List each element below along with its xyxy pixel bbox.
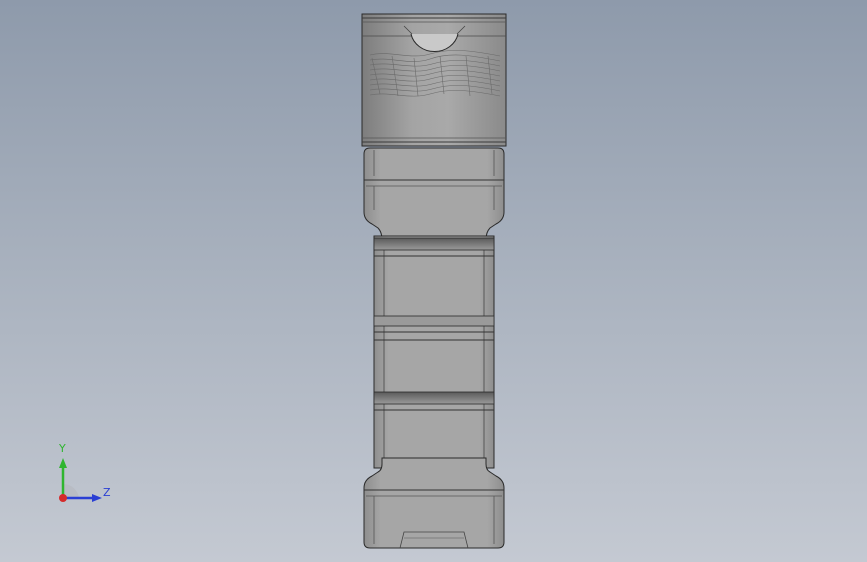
top-cap [361,13,507,147]
handle-body [363,147,505,549]
model-view[interactable] [0,0,867,562]
triad-y-label: Y [59,442,66,455]
cad-viewport[interactable]: Y Z [0,0,867,562]
x-axis-origin [59,494,67,502]
triad-z-label: Z [103,486,111,499]
